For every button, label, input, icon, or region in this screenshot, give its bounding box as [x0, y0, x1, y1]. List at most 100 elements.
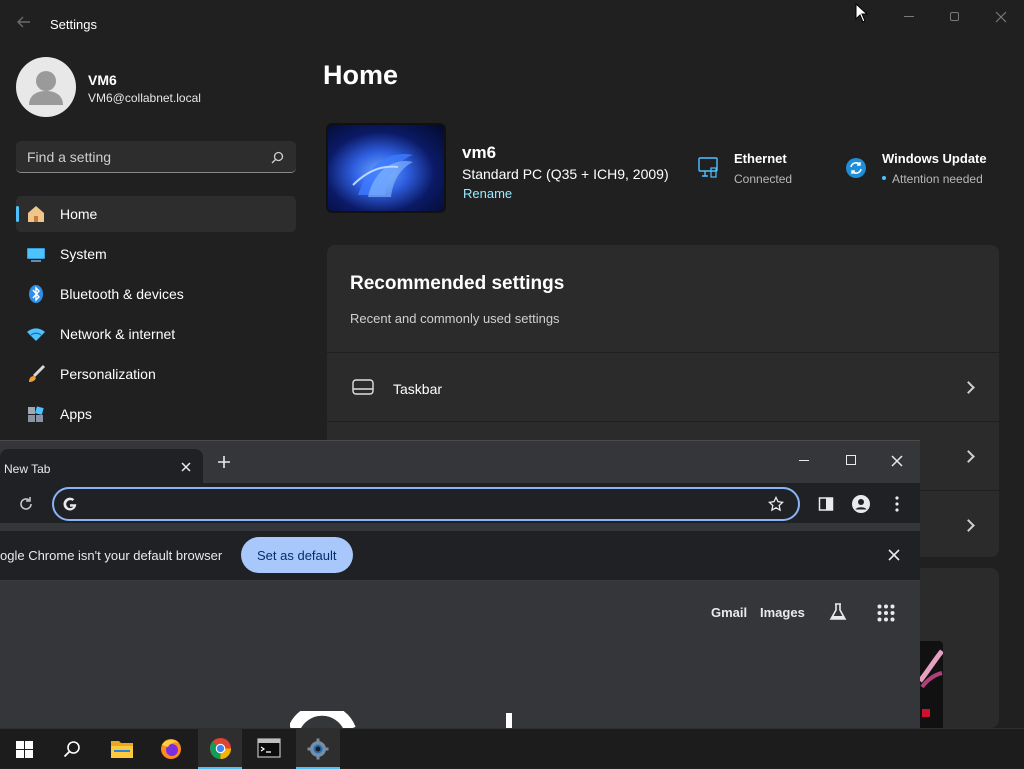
back-arrow-icon	[17, 16, 30, 28]
bookmark-star-icon[interactable]	[768, 496, 784, 512]
terminal-icon	[257, 738, 281, 758]
user-name: VM6	[88, 72, 117, 88]
page-title: Home	[323, 60, 399, 90]
sidebar-item-label: Personalization	[60, 366, 156, 382]
profile-icon[interactable]	[851, 494, 871, 514]
device-name: vm6	[462, 143, 497, 162]
apps-icon	[28, 406, 44, 422]
recommended-row-taskbar[interactable]: Taskbar	[327, 352, 999, 420]
taskbar-settings[interactable]	[296, 729, 340, 769]
firefox-icon	[161, 739, 181, 759]
card-thumbnail	[918, 641, 943, 728]
update-icon	[846, 158, 866, 178]
sidebar-item-apps[interactable]: Apps	[16, 396, 296, 432]
chrome-maximize-button[interactable]	[839, 453, 863, 469]
chrome-minimize-button[interactable]	[792, 453, 816, 469]
device-wallpaper-thumbnail	[326, 123, 446, 213]
windows-update-title[interactable]: Windows Update	[882, 151, 987, 166]
active-indicator	[16, 206, 19, 222]
taskbar-search-button[interactable]	[50, 729, 94, 769]
start-button[interactable]	[2, 729, 46, 769]
sidebar-item-label: System	[60, 246, 107, 262]
tab-title: New Tab	[4, 462, 51, 476]
tab-close-icon[interactable]	[180, 461, 192, 473]
window-title: Settings	[50, 17, 97, 32]
new-tab-plus-icon[interactable]	[217, 455, 231, 469]
device-model: Standard PC (Q35 + ICH9, 2009)	[462, 166, 669, 182]
rename-link[interactable]: Rename	[463, 186, 512, 201]
ethernet-status: Connected	[734, 172, 793, 186]
row-label: Taskbar	[393, 381, 443, 397]
mouse-cursor-icon	[855, 3, 869, 23]
sidebar-item-system[interactable]: System	[16, 236, 296, 272]
taskbar-chrome[interactable]	[198, 729, 242, 769]
bloom-wallpaper-icon	[352, 154, 413, 197]
minimize-button[interactable]	[896, 8, 922, 26]
sidebar-item-label: Network & internet	[60, 326, 176, 342]
restore-icon	[950, 12, 959, 21]
search-placeholder: Find a setting	[27, 149, 112, 165]
taskbar-icon	[352, 379, 374, 395]
close-icon	[891, 455, 903, 467]
sidebar-item-network[interactable]: Network & internet	[16, 316, 296, 352]
maximize-icon	[846, 455, 856, 465]
side-panel-icon[interactable]	[818, 496, 834, 512]
labs-flask-icon[interactable]	[828, 602, 848, 622]
windows-update-status: Attention needed	[892, 172, 983, 186]
brush-icon	[29, 364, 46, 382]
chevron-right-icon	[962, 381, 975, 394]
infobar-close-icon[interactable]	[888, 549, 900, 561]
close-icon	[995, 11, 1007, 23]
sidebar-item-label: Home	[60, 206, 98, 222]
ethernet-icon	[698, 157, 718, 178]
chrome-icon	[209, 737, 232, 760]
sidebar-item-label: Bluetooth & devices	[60, 286, 184, 302]
set-as-default-button[interactable]: Set as default	[241, 537, 353, 573]
google-apps-grid-icon[interactable]	[877, 604, 895, 622]
chevron-right-icon	[962, 450, 975, 463]
button-label: Set as default	[257, 548, 337, 563]
google-logo-partial	[290, 711, 512, 729]
user-email: VM6@collabnet.local	[88, 91, 201, 105]
taskbar-file-explorer[interactable]	[100, 729, 144, 769]
address-bar[interactable]	[52, 487, 800, 521]
search-icon	[271, 151, 284, 164]
user-avatar-icon	[29, 71, 63, 105]
chrome-window: New Tab ogle Chrome isn't your default b…	[0, 440, 920, 729]
reload-icon[interactable]	[18, 496, 34, 512]
system-icon	[27, 248, 45, 262]
file-explorer-icon	[111, 741, 133, 758]
taskbar	[0, 728, 1024, 769]
sidebar-item-home[interactable]: Home	[16, 196, 296, 232]
tab-new-tab[interactable]: New Tab	[0, 449, 203, 483]
ethernet-title[interactable]: Ethernet	[734, 151, 787, 166]
infobar-message: ogle Chrome isn't your default browser	[0, 548, 223, 563]
gmail-link[interactable]: Gmail	[711, 605, 747, 620]
new-tab-page: Gmail Images	[0, 581, 920, 729]
close-button[interactable]	[988, 8, 1014, 26]
kebab-menu-icon[interactable]	[894, 495, 900, 513]
start-icon	[16, 741, 33, 758]
sidebar-item-label: Apps	[60, 406, 92, 422]
chrome-toolbar	[0, 483, 920, 523]
search-icon	[63, 741, 80, 758]
attention-dot	[882, 176, 886, 180]
taskbar-terminal[interactable]	[247, 729, 291, 769]
avatar[interactable]	[16, 57, 76, 117]
chrome-close-button[interactable]	[885, 453, 909, 469]
images-link[interactable]: Images	[760, 605, 805, 620]
recommended-subtitle: Recent and commonly used settings	[350, 311, 560, 326]
settings-icon	[307, 738, 329, 760]
minimize-icon	[799, 460, 809, 461]
wallpaper-thumbnail-icon	[918, 649, 943, 717]
wifi-icon	[27, 328, 45, 341]
taskbar-firefox[interactable]	[149, 729, 193, 769]
home-icon	[28, 206, 44, 222]
chevron-right-icon	[962, 519, 975, 532]
sidebar-item-personalization[interactable]: Personalization	[16, 356, 296, 392]
sidebar-item-bluetooth[interactable]: Bluetooth & devices	[16, 276, 296, 312]
search-input[interactable]: Find a setting	[16, 141, 296, 173]
maximize-button[interactable]	[942, 8, 968, 26]
default-browser-infobar: ogle Chrome isn't your default browser S…	[0, 531, 920, 581]
back-button[interactable]	[16, 14, 34, 32]
